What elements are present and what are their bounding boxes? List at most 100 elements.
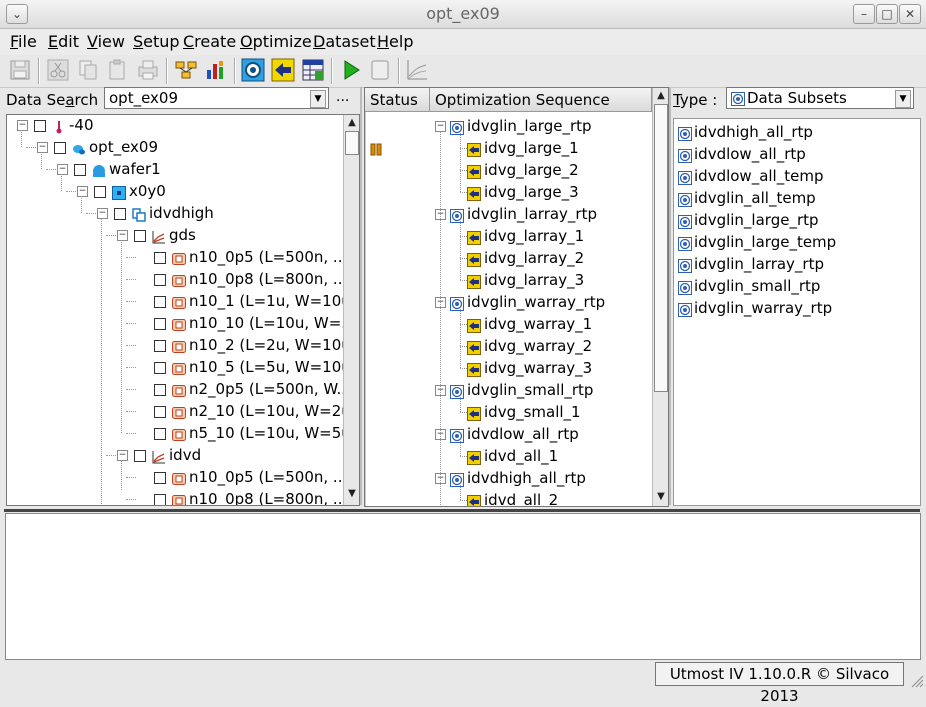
tree-checkbox[interactable] [154, 339, 166, 352]
scroll-thumb[interactable] [654, 104, 668, 392]
tree-node[interactable]: − wafer1 [57, 158, 161, 180]
sequence-column-header[interactable]: Optimization Sequence [430, 88, 652, 112]
tree-node[interactable]: n10_0p8 (L=800n, ... [137, 488, 347, 505]
menu-dataset[interactable]: Dataset [313, 32, 376, 51]
tree-node[interactable]: n10_0p8 (L=800n, ... [137, 268, 347, 290]
tree-checkbox[interactable] [154, 273, 166, 286]
tree-checkbox[interactable] [34, 119, 46, 132]
save-icon[interactable] [8, 58, 32, 82]
spreadsheet-icon[interactable] [301, 58, 325, 82]
collapse-icon[interactable]: − [77, 186, 88, 197]
play-icon[interactable] [339, 58, 363, 82]
sequence-item[interactable]: idvd_all_1 [467, 445, 558, 467]
tree-node[interactable]: n10_5 (L=5u, W=10u) [137, 356, 357, 378]
menu-help[interactable]: Help [377, 32, 413, 51]
menu-optimize[interactable]: Optimize [240, 32, 312, 51]
scroll-thumb[interactable] [345, 131, 359, 155]
network-icon[interactable] [174, 58, 198, 82]
tree-node[interactable]: − idvdhigh [97, 202, 214, 224]
menu-edit[interactable]: Edit [48, 32, 79, 51]
sequence-item[interactable]: idvg_warray_3 [467, 357, 592, 379]
sequence-item[interactable]: idvd_all_2 [467, 489, 558, 506]
sequence-item[interactable]: idvg_warray_1 [467, 313, 592, 335]
splitter[interactable] [360, 87, 362, 505]
menu-view[interactable]: View [87, 32, 125, 51]
minimize-button[interactable]: – [853, 4, 875, 24]
tree-checkbox[interactable] [134, 449, 146, 462]
menu-create[interactable]: Create [183, 32, 236, 51]
collapse-icon[interactable]: − [17, 120, 28, 131]
tree-node[interactable]: n10_10 (L=10u, W=... [137, 312, 356, 334]
subset-item[interactable]: idvglin_larray_rtp [678, 253, 824, 275]
tree-checkbox[interactable] [74, 163, 86, 176]
output-area[interactable] [5, 513, 921, 660]
splitter[interactable] [669, 87, 671, 505]
resize-grip-icon[interactable] [910, 674, 924, 688]
scroll-down-icon[interactable]: ▼ [345, 487, 359, 501]
menu-file[interactable]: File [10, 32, 37, 51]
chevron-down-icon[interactable]: ▼ [310, 90, 326, 108]
tree-checkbox[interactable] [154, 471, 166, 484]
menu-setup[interactable]: Setup [133, 32, 180, 51]
tree-checkbox[interactable] [54, 141, 66, 154]
subset-item[interactable]: idvglin_large_rtp [678, 209, 819, 231]
status-column-header[interactable]: Status [365, 88, 430, 112]
stop-icon[interactable] [368, 58, 392, 82]
subset-list[interactable]: idvdhigh_all_rtp idvdlow_all_rtp idvdlow_a… [673, 118, 921, 506]
data-search-combo[interactable]: opt_ex09 ▼ [104, 87, 329, 109]
collapse-icon[interactable]: − [117, 230, 128, 241]
tree-checkbox[interactable] [154, 361, 166, 374]
sequence-item[interactable]: idvg_large_2 [467, 159, 579, 181]
cut-icon[interactable] [46, 58, 70, 82]
collapse-icon[interactable]: − [97, 208, 108, 219]
tree-checkbox[interactable] [94, 185, 106, 198]
tree-scrollbar[interactable]: ▲ ▼ [343, 115, 359, 505]
copy-icon[interactable] [76, 58, 100, 82]
target-icon[interactable] [241, 58, 265, 82]
tree-node[interactable]: n10_2 (L=2u, W=10u) [137, 334, 357, 356]
tree-checkbox[interactable] [154, 251, 166, 264]
paste-icon[interactable] [106, 58, 130, 82]
sequence-item[interactable]: idvg_larray_2 [467, 247, 584, 269]
collapse-icon[interactable]: − [117, 450, 128, 461]
tree-node[interactable]: n5_10 (L=10u, W=5u) [137, 422, 357, 444]
subset-item[interactable]: idvglin_warray_rtp [678, 297, 832, 319]
collapse-icon[interactable]: − [37, 142, 48, 153]
sequence-item[interactable]: − idvdhigh_all_rtp [435, 467, 586, 489]
tree-checkbox[interactable] [154, 383, 166, 396]
type-combo[interactable]: Data Subsets ▼ [726, 87, 914, 109]
sequence-item[interactable]: − idvglin_large_rtp [435, 115, 592, 137]
tree-node[interactable]: − x0y0 [77, 180, 166, 202]
subset-item[interactable]: idvdhigh_all_rtp [678, 121, 813, 143]
close-button[interactable]: ✕ [899, 4, 921, 24]
scroll-down-icon[interactable]: ▼ [654, 490, 668, 504]
tree-checkbox[interactable] [154, 493, 166, 505]
scroll-up-icon[interactable]: ▲ [654, 89, 668, 103]
sequence-item[interactable]: idvg_larray_1 [467, 225, 584, 247]
subset-item[interactable]: idvdlow_all_temp [678, 165, 823, 187]
sequence-item[interactable]: − idvglin_small_rtp [435, 379, 593, 401]
subset-item[interactable]: idvglin_all_temp [678, 187, 816, 209]
tree-checkbox[interactable] [154, 317, 166, 330]
sequence-item[interactable]: idvg_large_1 [467, 137, 579, 159]
tree-node[interactable]: − gds [117, 224, 196, 246]
tree-node[interactable]: n10_0p5 (L=500n, ... [137, 246, 347, 268]
scroll-up-icon[interactable]: ▲ [345, 116, 359, 130]
tree-node[interactable]: n10_0p5 (L=500n, ... [137, 466, 347, 488]
tree-checkbox[interactable] [154, 427, 166, 440]
subset-item[interactable]: idvglin_large_temp [678, 231, 836, 253]
collapse-icon[interactable]: − [57, 164, 68, 175]
graph-icon[interactable] [405, 58, 429, 82]
arrow-left-icon[interactable] [271, 58, 295, 82]
more-button[interactable]: ... [336, 89, 349, 105]
tree-node[interactable]: − -40 [17, 115, 94, 136]
sequence-item[interactable]: idvg_large_3 [467, 181, 579, 203]
sequence-item[interactable]: idvg_small_1 [467, 401, 581, 423]
sequence-item[interactable]: idvg_larray_3 [467, 269, 584, 291]
tree-checkbox[interactable] [134, 229, 146, 242]
tree-node[interactable]: n10_1 (L=1u, W=10u) [137, 290, 357, 312]
sequence-list[interactable]: − idvglin_large_rtp idvg_large_1 idvg_large… [365, 115, 652, 506]
tree-checkbox[interactable] [114, 207, 126, 220]
sequence-scrollbar[interactable]: ▲ ▼ [652, 88, 668, 506]
data-tree[interactable]: − -40 − opt_ex09 − wafer1 − x0y0 − idvdhigh − gds n1… [6, 114, 360, 506]
